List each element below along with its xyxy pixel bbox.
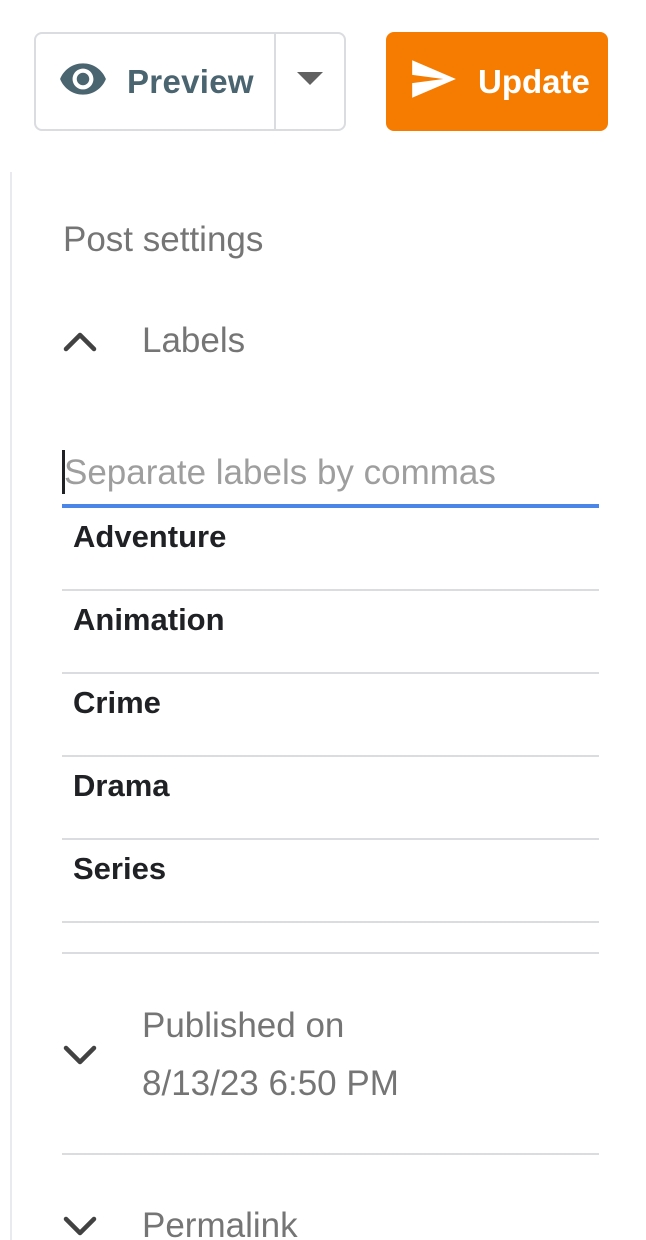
update-button[interactable]: Update xyxy=(386,32,608,131)
labels-section-title: Labels xyxy=(142,321,246,360)
preview-button-label: Preview xyxy=(127,62,254,100)
preview-button[interactable]: Preview xyxy=(36,34,274,129)
label-suggestion-crime[interactable]: Crime xyxy=(62,674,599,757)
label-suggestion-adventure[interactable]: Adventure xyxy=(62,508,599,591)
labels-input[interactable] xyxy=(64,446,594,500)
published-datetime: 8/13/23 6:50 PM xyxy=(142,1064,399,1103)
labels-input-field xyxy=(62,446,599,508)
panel-divider xyxy=(10,172,12,1240)
chevron-down-icon xyxy=(63,1030,121,1080)
label-suggestion-drama[interactable]: Drama xyxy=(62,757,599,840)
dropdown-arrow-icon xyxy=(297,72,323,91)
label-suggestion-text: Animation xyxy=(73,601,225,637)
preview-menu-button[interactable] xyxy=(276,34,344,129)
permalink-section-toggle[interactable]: Permalink xyxy=(63,1200,298,1240)
published-section-toggle[interactable]: Published on 8/13/23 6:50 PM xyxy=(63,1000,399,1110)
label-suggestion-animation[interactable]: Animation xyxy=(62,591,599,674)
published-label: Published on xyxy=(142,1006,345,1045)
chevron-down-icon xyxy=(63,1201,121,1240)
preview-split-button: Preview xyxy=(34,32,346,131)
labels-list: Adventure Animation Crime Drama Series xyxy=(62,508,599,923)
label-suggestion-text: Adventure xyxy=(73,518,227,554)
post-editor-screen: Preview Update Post settings Labels Adve… xyxy=(0,0,646,1240)
section-divider xyxy=(62,1153,599,1155)
label-suggestion-text: Crime xyxy=(73,684,161,720)
permalink-section-title: Permalink xyxy=(142,1206,298,1240)
label-suggestion-series[interactable]: Series xyxy=(62,840,599,923)
update-button-label: Update xyxy=(478,62,590,100)
label-suggestion-text: Series xyxy=(73,850,167,886)
eye-icon xyxy=(58,54,108,109)
send-icon xyxy=(408,54,458,109)
chevron-up-icon xyxy=(63,316,121,366)
labels-section-toggle[interactable]: Labels xyxy=(63,316,245,366)
section-divider xyxy=(62,952,599,954)
label-suggestion-text: Drama xyxy=(73,767,170,803)
published-info: Published on 8/13/23 6:50 PM xyxy=(142,997,399,1113)
panel-title: Post settings xyxy=(63,220,264,259)
